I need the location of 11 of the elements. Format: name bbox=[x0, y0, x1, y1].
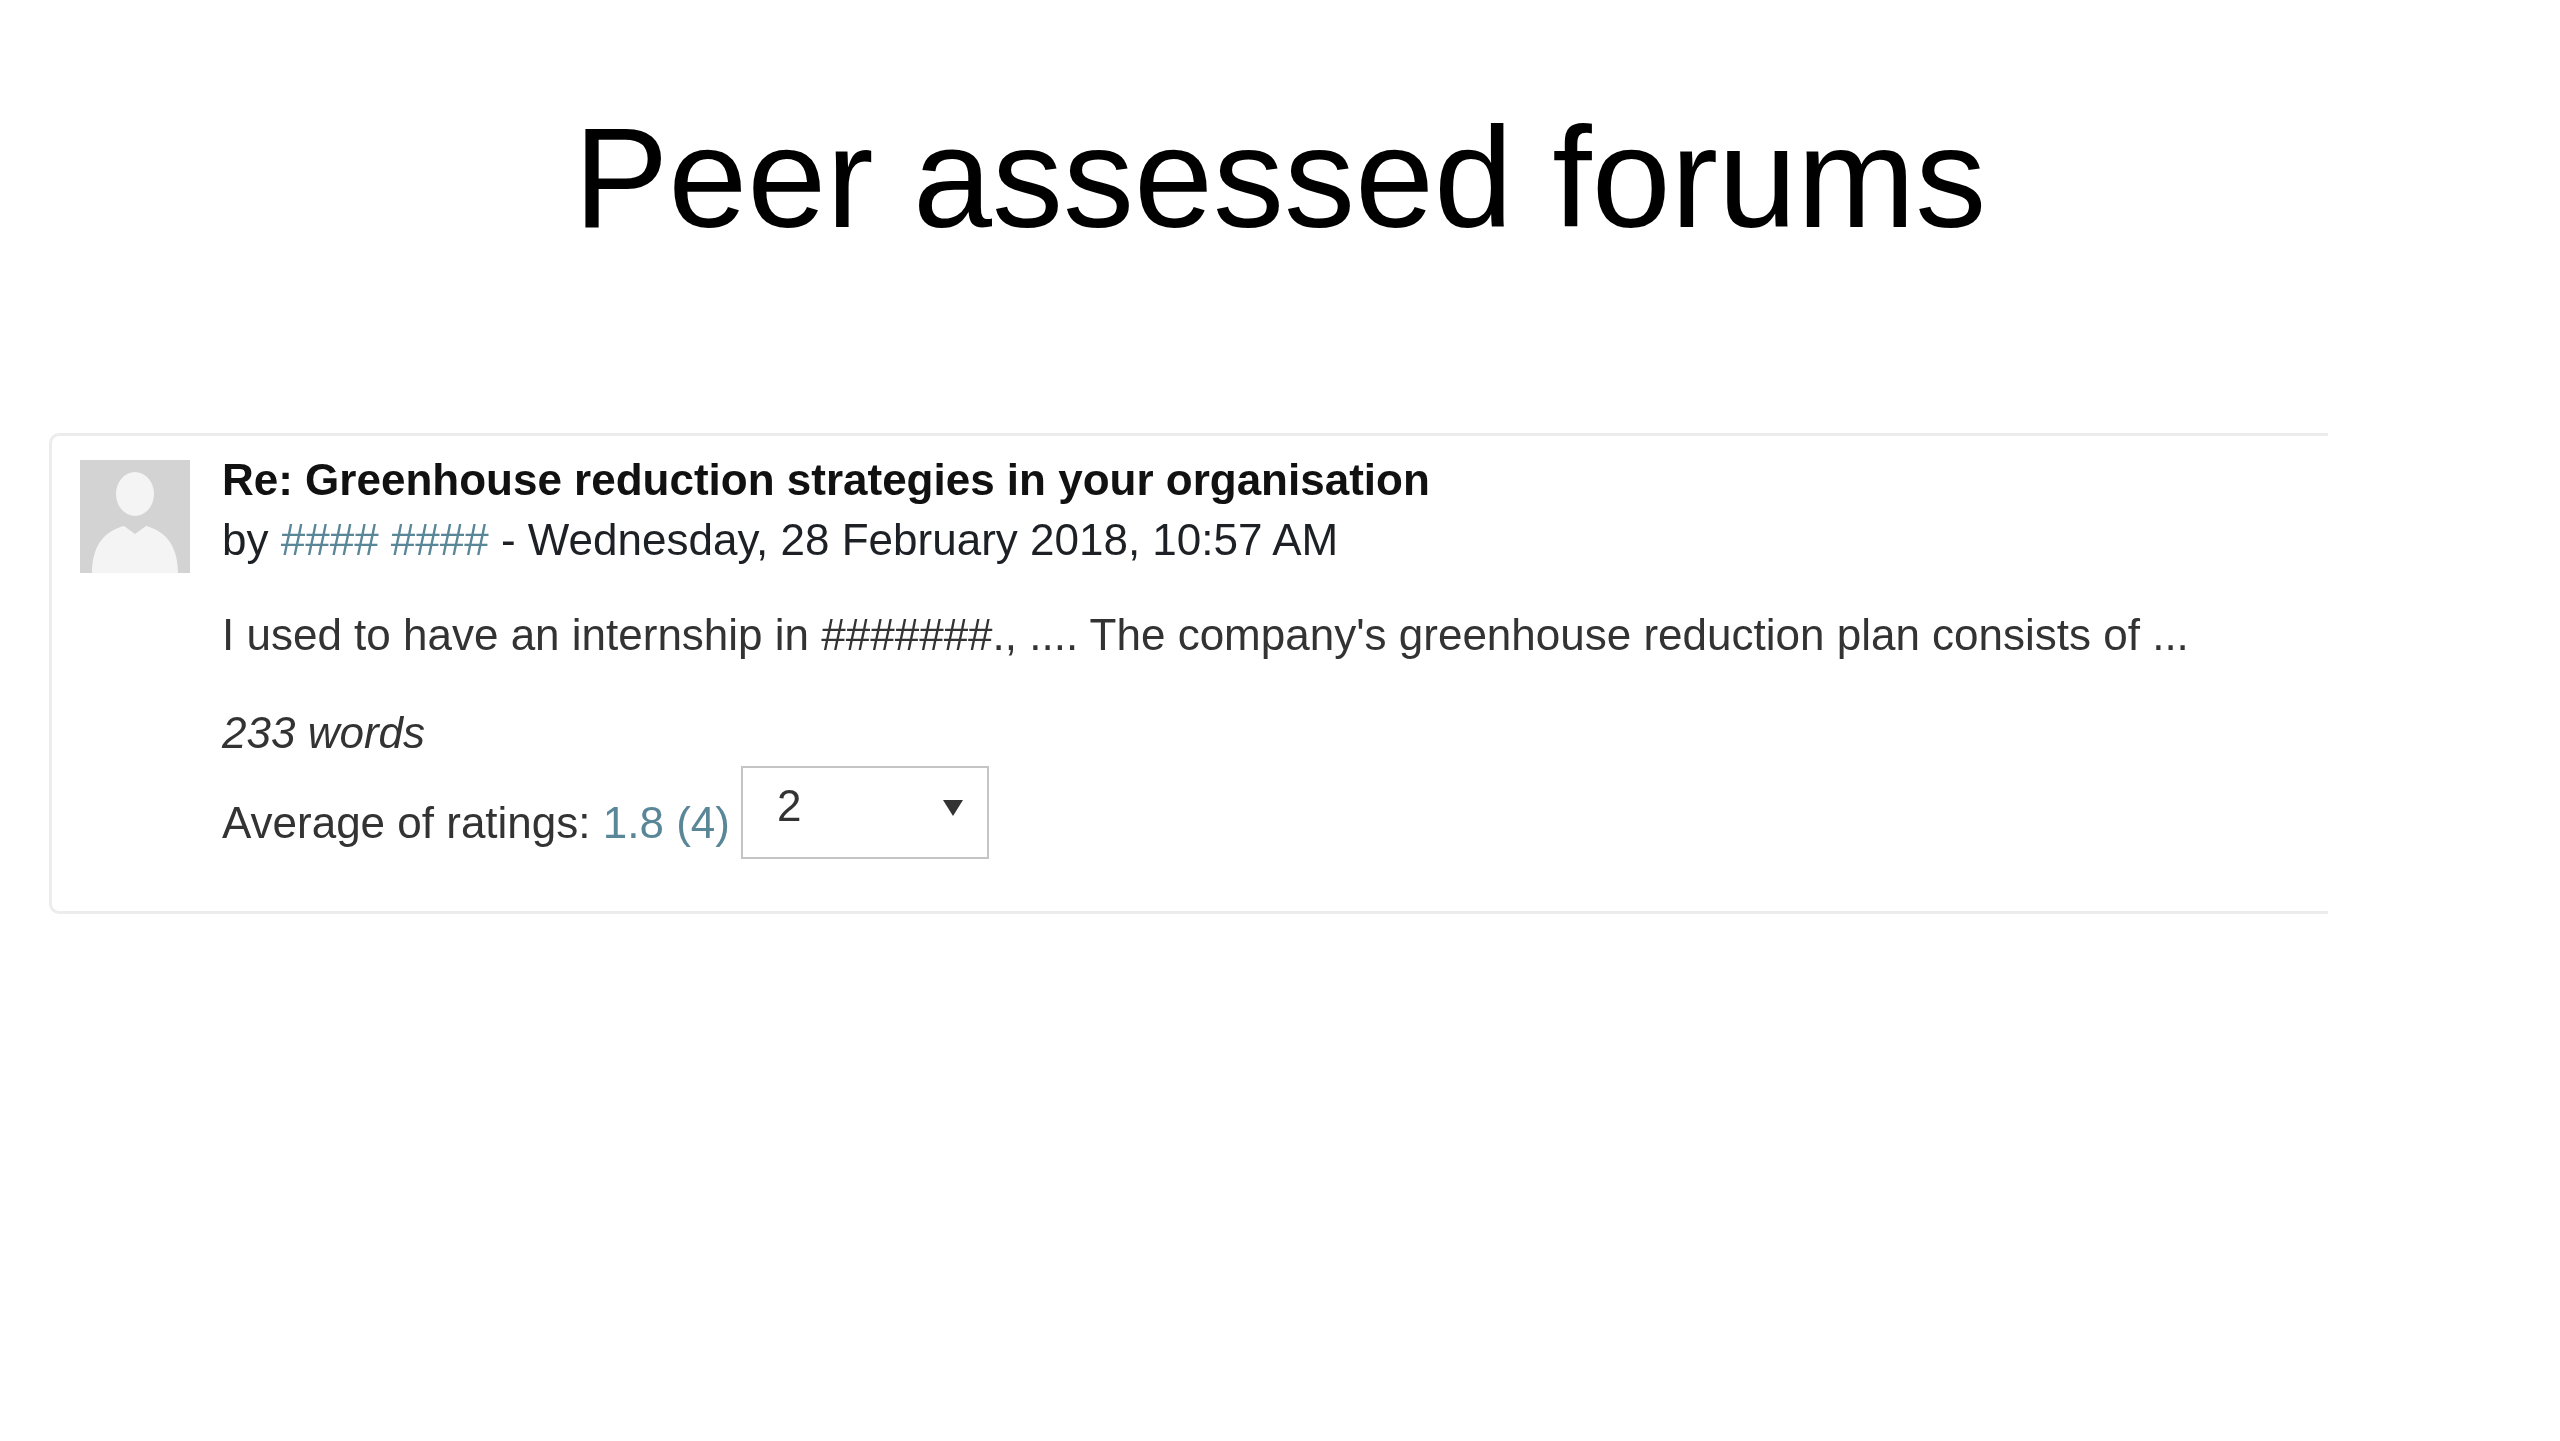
caret-icon bbox=[942, 800, 963, 816]
post-body: I used to have an internship in #######., .... The company's greenhouse reduction plan consists of ... bbox=[222, 609, 2189, 661]
post-subject: Re: Greenhouse reduction strategies in your organisation bbox=[222, 454, 1430, 506]
slide-title: Peer assessed forums bbox=[573, 97, 1987, 259]
rating-average-link[interactable]: 1.8 (4) bbox=[602, 798, 730, 847]
post-byline: by #### #### - Wednesday, 28 February 2018, 10:57 AM bbox=[222, 514, 1339, 566]
rating-select[interactable]: 2 bbox=[740, 766, 989, 859]
author-link[interactable]: #### #### bbox=[280, 515, 489, 564]
user-silhouette-icon bbox=[80, 460, 190, 573]
rating-average-text: Average of ratings: 1.8 (4) bbox=[222, 797, 730, 849]
word-count: 233 words bbox=[222, 707, 425, 759]
